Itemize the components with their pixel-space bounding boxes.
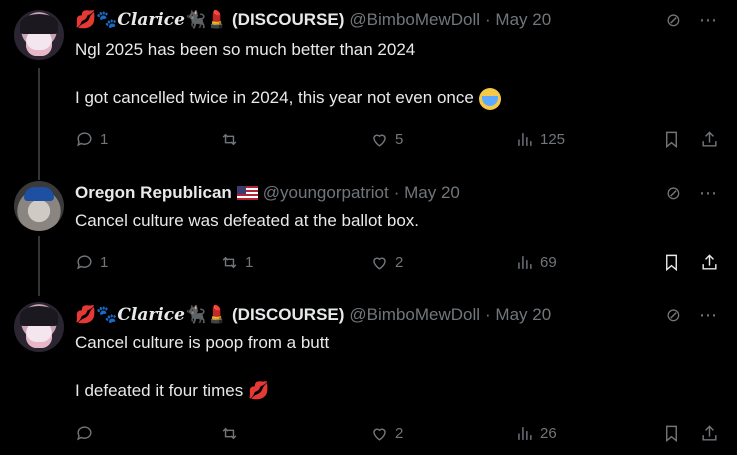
views-count: 125 [540,130,566,148]
bookmark-button[interactable] [662,251,681,273]
views-button[interactable]: 26 [515,422,557,444]
post-header: 💋🐾Clarice🐈‍⬛💄 (DISCOURSE) @BimboMewDoll … [75,10,551,30]
thread-line-1 [38,68,40,180]
post-actions: 1 1 2 69 [75,251,725,273]
share-icon [702,253,717,270]
crying-emoji-icon [478,87,501,110]
reply-icon [77,254,92,269]
reply-count: 1 [100,130,109,148]
share-button[interactable] [700,422,719,444]
views-icon [518,426,532,440]
bookmark-icon [666,254,677,271]
bookmark-icon [666,131,677,148]
post-text: Ngl 2025 has been so much better than 20… [75,38,501,110]
avatar[interactable] [14,181,64,231]
views-button[interactable]: 125 [515,128,565,150]
repost-button[interactable] [220,128,245,150]
share-icon [702,130,717,147]
views-icon [518,255,532,269]
thread-line-2 [38,236,40,296]
grok-icon[interactable]: ⊘ [666,10,681,31]
post-date[interactable]: · May 20 [485,10,551,30]
reply-button[interactable]: 1 [75,251,108,273]
handle[interactable]: @youngorpatriot [263,183,389,203]
reply-button[interactable]: 1 [75,128,108,150]
share-button[interactable] [700,251,719,273]
name-emoji-prefix: 💋🐾 [75,305,118,324]
avatar[interactable] [14,302,64,352]
display-name[interactable]: 💋🐾Clarice🐈‍⬛💄 (DISCOURSE) [75,305,344,325]
post-text-content: Cancel culture is poop from a butt I def… [75,333,330,400]
like-button[interactable]: 2 [370,422,403,444]
share-button[interactable] [700,128,719,150]
post-text: Cancel culture was defeated at the ballo… [75,211,419,230]
handle[interactable]: @BimboMewDoll [349,305,480,325]
reply-icon [77,425,92,440]
bookmark-icon [666,425,677,442]
like-count: 5 [395,130,404,148]
views-count: 69 [540,253,557,271]
bookmark-button[interactable] [662,128,681,150]
repost-icon [222,133,237,145]
post-actions: 2 26 [75,422,725,444]
lips-emoji-icon: 💋 [247,381,270,400]
like-count: 2 [395,253,404,271]
more-icon[interactable]: ⋯ [699,183,717,204]
post-header: 💋🐾Clarice🐈‍⬛💄 (DISCOURSE) @BimboMewDoll … [75,305,551,325]
post-text-content: Ngl 2025 has been so much better than 20… [75,40,474,107]
grok-icon[interactable]: ⊘ [666,183,681,204]
name-styled: Clarice [117,305,185,325]
post-text: Cancel culture is poop from a butt I def… [75,331,329,403]
display-name[interactable]: Oregon Republican [75,183,232,203]
avatar[interactable] [14,10,64,60]
repost-count: 1 [245,253,254,271]
like-button[interactable]: 2 [370,251,403,273]
grok-icon[interactable]: ⊘ [666,305,681,326]
name-styled: Clarice [117,10,185,30]
reply-icon [77,131,92,146]
like-icon [373,428,386,441]
repost-icon [222,256,237,268]
name-main: (DISCOURSE) [232,305,345,324]
us-flag-icon [236,186,258,200]
handle[interactable]: @BimboMewDoll [349,10,480,30]
like-button[interactable]: 5 [370,128,403,150]
repost-icon [222,427,237,439]
post-actions: 1 5 125 [75,128,725,150]
share-icon [702,424,717,441]
name-emoji-suffix: 🐈‍⬛💄 [184,305,228,324]
like-count: 2 [395,424,404,442]
like-icon [373,257,386,270]
bookmark-button[interactable] [662,422,681,444]
repost-button[interactable]: 1 [220,251,253,273]
like-icon [373,134,386,147]
name-emoji-prefix: 💋🐾 [75,10,118,29]
name-emoji-suffix: 🐈‍⬛💄 [184,10,228,29]
more-icon[interactable]: ⋯ [699,305,717,326]
reply-count: 1 [100,253,109,271]
repost-button[interactable] [220,422,245,444]
reply-button[interactable] [75,422,100,444]
views-icon [518,132,532,146]
more-icon[interactable]: ⋯ [699,10,717,31]
post-date[interactable]: · May 20 [394,183,460,203]
views-count: 26 [540,424,557,442]
post-header: Oregon Republican @youngorpatriot · May … [75,183,460,203]
post-date[interactable]: · May 20 [485,305,551,325]
name-main: (DISCOURSE) [232,10,345,29]
views-button[interactable]: 69 [515,251,557,273]
display-name[interactable]: 💋🐾Clarice🐈‍⬛💄 (DISCOURSE) [75,10,344,30]
